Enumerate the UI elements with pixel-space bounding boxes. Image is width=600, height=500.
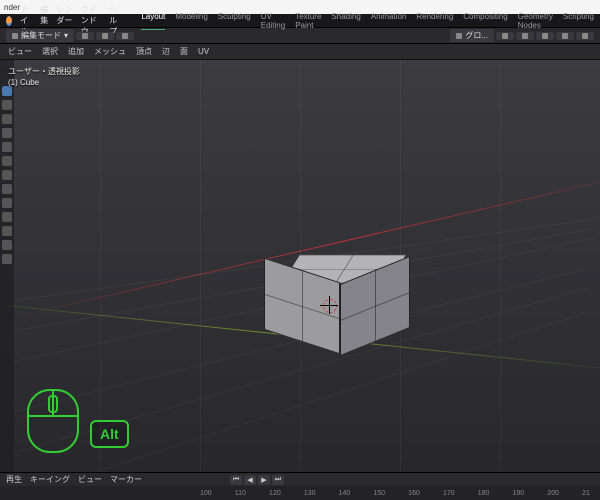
select-mode-vertex[interactable] (76, 32, 94, 40)
timeline-ticks: 100 110 120 130 140 150 160 170 180 190 … (200, 486, 590, 500)
tick: 150 (373, 490, 385, 497)
key-label: Alt (100, 426, 119, 442)
menu-edge-jp[interactable]: 辺 (162, 46, 170, 57)
face-icon (122, 33, 128, 39)
timeline-menu-marker[interactable]: マーカー (110, 474, 142, 485)
tab-animation[interactable]: Animation (371, 12, 407, 30)
magnet-icon (502, 33, 508, 39)
tab-sculpting[interactable]: Sculpting (218, 12, 251, 30)
shading-toggle[interactable] (576, 32, 594, 40)
viewport-overlay-text: ユーザー・透視投影 (1) Cube (8, 66, 80, 88)
timeline-menu-playback[interactable]: 再生 (6, 474, 22, 485)
tick: 100 (200, 490, 212, 497)
3d-cursor-icon (320, 296, 338, 314)
timeline-track[interactable]: 100 110 120 130 140 150 160 170 180 190 … (0, 486, 600, 500)
screencast-key-alt: Alt (90, 420, 129, 448)
timeline-menu-keying[interactable]: キーイング (30, 474, 70, 485)
tab-layout[interactable]: Layout (141, 12, 165, 30)
tool-shelf (0, 60, 14, 472)
orientation-label: グロ... (465, 30, 488, 41)
select-mode-face[interactable] (116, 32, 134, 40)
tick: 21 (582, 490, 590, 497)
timeline-menu-view[interactable]: ビュー (78, 474, 102, 485)
editor-menu: ビュー 選択 追加 メッシュ 頂点 辺 面 UV (0, 44, 600, 60)
tick: 140 (339, 490, 351, 497)
menu-uv[interactable]: UV (198, 47, 209, 56)
menu-select[interactable]: 選択 (42, 46, 58, 57)
tab-uv-editing[interactable]: UV Editing (261, 12, 285, 30)
overlay-line2: (1) Cube (8, 77, 80, 88)
tool-loopcut[interactable] (2, 240, 12, 250)
overlay-line1: ユーザー・透視投影 (8, 66, 80, 77)
tool-measure[interactable] (2, 184, 12, 194)
xray-icon (562, 33, 568, 39)
tool-cursor[interactable] (2, 100, 12, 110)
tab-compositing[interactable]: Compositing (463, 12, 507, 30)
tab-scripting[interactable]: Scripting (563, 12, 594, 30)
tool-rotate[interactable] (2, 128, 12, 138)
overlay-toggle[interactable] (536, 32, 554, 40)
tool-inset[interactable] (2, 212, 12, 222)
blender-logo-icon (6, 16, 12, 26)
menu-view[interactable]: ビュー (8, 46, 32, 57)
tick: 110 (235, 490, 246, 497)
timeline-header: 再生 キーイング ビュー マーカー ⏮ ◀ ▶ ⏭ (0, 472, 600, 486)
tool-extrude[interactable] (2, 198, 12, 208)
screencast-mouse-icon (26, 388, 80, 454)
tab-modeling[interactable]: Modeling (175, 12, 207, 30)
3d-viewport[interactable]: /* grid drawn below with simple lines */… (0, 60, 600, 472)
menu-vertex[interactable]: 頂点 (136, 46, 152, 57)
menu-add[interactable]: 追加 (68, 46, 84, 57)
edge-icon (102, 33, 108, 39)
header-toolbar-right: グロ... (450, 29, 594, 42)
shading-icon (582, 33, 588, 39)
tool-transform[interactable] (2, 156, 12, 166)
vertex-icon (82, 33, 88, 39)
play-reverse-button[interactable]: ◀ (244, 475, 256, 485)
window-title: nder (4, 3, 20, 12)
menu-face-jp[interactable]: 面 (180, 46, 188, 57)
tick: 180 (478, 490, 490, 497)
workspace-tabs: Layout Modeling Sculpting UV Editing Tex… (141, 12, 594, 30)
play-button[interactable]: ▶ (258, 475, 270, 485)
tick: 160 (408, 490, 420, 497)
tick: 200 (547, 490, 559, 497)
globe-icon (456, 33, 462, 39)
tool-annotate[interactable] (2, 170, 12, 180)
tab-geometry-nodes[interactable]: Geometry Nodes (518, 12, 553, 30)
jump-end-button[interactable]: ⏭ (272, 475, 284, 485)
transform-orientation-dropdown[interactable]: グロ... (450, 29, 494, 42)
menu-mesh[interactable]: メッシュ (94, 46, 126, 57)
overlay-icon (542, 33, 548, 39)
chevron-down-icon: ▾ (64, 31, 68, 40)
tick: 170 (443, 490, 455, 497)
tab-rendering[interactable]: Rendering (416, 12, 453, 30)
tick: 120 (269, 490, 281, 497)
xray-toggle[interactable] (556, 32, 574, 40)
tab-texture-paint[interactable]: Texture Paint (295, 12, 321, 30)
tab-shading[interactable]: Shading (331, 12, 360, 30)
transport-controls: ⏮ ◀ ▶ ⏭ (230, 475, 284, 485)
tick: 190 (513, 490, 525, 497)
jump-start-button[interactable]: ⏮ (230, 475, 242, 485)
proportional-edit-toggle[interactable] (516, 32, 534, 40)
tool-scale[interactable] (2, 142, 12, 152)
tool-move[interactable] (2, 114, 12, 124)
snap-toggle[interactable] (496, 32, 514, 40)
tick: 130 (304, 490, 316, 497)
mode-label: 編集モード (21, 30, 61, 41)
tool-bevel[interactable] (2, 226, 12, 236)
select-mode-edge[interactable] (96, 32, 114, 40)
edit-mode-icon (12, 33, 18, 39)
top-menu-bar: ァイル 編集 レンダー ウィンドウ ヘルプ Layout Modeling Sc… (0, 14, 600, 28)
tool-knife[interactable] (2, 254, 12, 264)
proportional-icon (522, 33, 528, 39)
mode-select-dropdown[interactable]: 編集モード ▾ (6, 29, 74, 42)
